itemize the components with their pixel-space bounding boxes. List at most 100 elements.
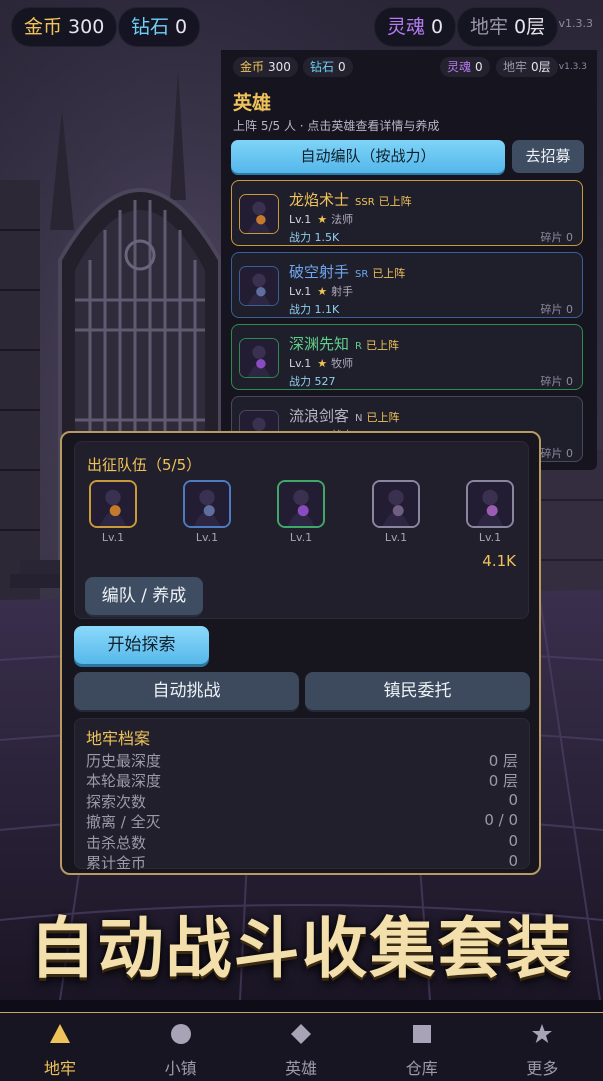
hero-portrait-art bbox=[185, 482, 229, 526]
hero-portrait bbox=[239, 266, 279, 306]
recruit-button[interactable]: 去招募 bbox=[512, 140, 584, 173]
top-status-bar: 金币 300 钻石 0 灵魂 0 地牢 0层 v1.3.3 bbox=[0, 0, 603, 52]
nav-label: 地牢 bbox=[43, 1059, 76, 1078]
record-value: 0 bbox=[508, 790, 518, 809]
dungeon-depth-counter: 地牢 0层 bbox=[457, 7, 559, 47]
party-slot[interactable]: Lv.1 bbox=[466, 480, 514, 544]
mini-soul-label: 灵魂 bbox=[447, 60, 472, 74]
mini-diamond-label: 钻石 bbox=[310, 60, 335, 74]
promo-banner-text: 自动战斗收集套装 bbox=[29, 909, 574, 987]
nav-item-circle[interactable]: 小镇 bbox=[121, 1013, 241, 1081]
hero-class: 法师 bbox=[331, 213, 354, 226]
hero-portrait-art bbox=[240, 267, 278, 305]
hero-card[interactable]: 龙焰术士 SSR 已上阵 Lv.1 ★ 法师 战力 1.5K 碎片 0 bbox=[231, 180, 583, 246]
record-value: 0 层 bbox=[488, 772, 518, 791]
hero-panel-subtitle: 上阵 5/5 人 · 点击英雄查看详情与养成 bbox=[233, 119, 440, 133]
hero-status-tag: 已上阵 bbox=[365, 339, 399, 352]
party-section: 出征队伍（5/5） Lv.1 Lv.1 Lv.1 Lv.1 Lv.1 4.1K 编队 /… bbox=[74, 441, 529, 619]
auto-formation-button[interactable]: 自动编队（按战力） bbox=[231, 140, 505, 173]
party-slot[interactable]: Lv.1 bbox=[183, 480, 231, 544]
party-slot[interactable]: Lv.1 bbox=[277, 480, 325, 544]
hero-name: 深渊先知 bbox=[289, 335, 350, 353]
hero-status-tag: 已上阵 bbox=[366, 411, 400, 424]
record-label: 击杀总数 bbox=[86, 833, 147, 852]
soul-value: 0 bbox=[431, 16, 444, 38]
hero-fragments: 碎片 0 bbox=[540, 303, 574, 316]
star-icon: ★ bbox=[317, 285, 328, 298]
dungeon-depth-value: 0层 bbox=[514, 16, 546, 38]
version-label: v1.3.3 bbox=[558, 17, 594, 30]
auto-challenge-button[interactable]: 自动挑战 bbox=[74, 672, 299, 710]
star-icon bbox=[531, 1023, 553, 1045]
nav-label: 英雄 bbox=[285, 1059, 318, 1078]
nav-label: 仓库 bbox=[405, 1059, 438, 1078]
hero-name-row: 破空射手 SR 已上阵 bbox=[289, 261, 405, 282]
hero-class: 射手 bbox=[331, 285, 354, 298]
party-member-portrait bbox=[466, 480, 514, 528]
hero-portrait bbox=[239, 194, 279, 234]
hero-panel: 金币 300 钻石 0 灵魂 0 地牢 0层 v1.3.3 英雄 上阵 5/5 人 · … bbox=[221, 50, 597, 470]
mini-dungeon-value: 0层 bbox=[531, 60, 551, 74]
hero-card[interactable]: 深渊先知 R 已上阵 Lv.1 ★ 牧师 战力 527 碎片 0 bbox=[231, 324, 583, 390]
hero-fragments: 碎片 0 bbox=[540, 375, 574, 388]
party-member-portrait bbox=[183, 480, 231, 528]
formation-button[interactable]: 编队 / 养成 bbox=[85, 577, 203, 615]
mini-dungeon-label: 地牢 bbox=[503, 60, 528, 74]
mini-version-label: v1.3.3 bbox=[558, 62, 587, 72]
record-label: 探索次数 bbox=[86, 792, 147, 811]
hero-power: 战力 1.5K bbox=[289, 231, 340, 244]
hero-rarity: R bbox=[355, 341, 362, 352]
diamond-label: 钻石 bbox=[131, 16, 170, 38]
hero-panel-title: 英雄 bbox=[233, 92, 272, 114]
nav-item-triangle[interactable]: 地牢 bbox=[0, 1013, 120, 1081]
party-slot[interactable]: Lv.1 bbox=[89, 480, 137, 544]
hero-level: Lv.1 bbox=[289, 357, 312, 370]
record-row: 历史最深度 0 层 bbox=[86, 750, 518, 770]
mini-gold-label: 金币 bbox=[240, 60, 265, 74]
hero-level: Lv.1 bbox=[289, 213, 312, 226]
star-icon: ★ bbox=[317, 357, 328, 370]
party-member-level: Lv.1 bbox=[384, 531, 408, 544]
gold-counter: 金币 300 bbox=[11, 7, 118, 47]
hero-card[interactable]: 破空射手 SR 已上阵 Lv.1 ★ 射手 战力 1.1K 碎片 0 bbox=[231, 252, 583, 318]
record-label: 累计金币 bbox=[86, 854, 147, 872]
start-explore-button[interactable]: 开始探索 bbox=[74, 626, 209, 664]
record-value: 0 层 bbox=[488, 752, 518, 770]
mini-soul-value: 0 bbox=[475, 60, 483, 74]
diamond-counter: 钻石 0 bbox=[118, 7, 201, 47]
party-member-portrait bbox=[372, 480, 420, 528]
hero-level-row: Lv.1 ★ 牧师 bbox=[289, 355, 353, 371]
hero-name: 龙焰术士 bbox=[289, 191, 350, 209]
nav-label: 小镇 bbox=[164, 1059, 197, 1078]
hero-portrait-art bbox=[240, 195, 278, 233]
party-power: 4.1K bbox=[482, 552, 516, 570]
hero-portrait-art bbox=[374, 482, 418, 526]
townsfolk-commission-button[interactable]: 镇民委托 bbox=[305, 672, 530, 710]
records-title: 地牢档案 bbox=[86, 729, 151, 748]
party-member-level: Lv.1 bbox=[101, 531, 125, 544]
record-label: 撤离 / 全灭 bbox=[86, 813, 161, 832]
hero-name-row: 流浪剑客 N 已上阵 bbox=[289, 405, 400, 426]
record-row: 累计金币 0 bbox=[86, 852, 518, 872]
party-slot[interactable]: Lv.1 bbox=[372, 480, 420, 544]
nav-item-star[interactable]: 更多 bbox=[482, 1013, 602, 1081]
hero-name-row: 龙焰术士 SSR 已上阵 bbox=[289, 189, 412, 210]
square-icon bbox=[411, 1023, 433, 1045]
hero-fragments: 碎片 0 bbox=[540, 231, 574, 244]
hero-name: 破空射手 bbox=[289, 263, 350, 281]
hero-portrait-art bbox=[279, 482, 323, 526]
nav-item-diamond[interactable]: 英雄 bbox=[241, 1013, 361, 1081]
soul-counter: 灵魂 0 bbox=[374, 7, 457, 47]
party-title: 出征队伍（5/5） bbox=[87, 456, 202, 474]
hero-panel-status-bar: 金币 300 钻石 0 灵魂 0 地牢 0层 v1.3.3 bbox=[221, 54, 597, 80]
hero-status-tag: 已上阵 bbox=[372, 267, 406, 280]
mini-diamond-counter: 钻石 0 bbox=[303, 57, 353, 77]
hero-class: 牧师 bbox=[331, 357, 354, 370]
nav-item-square[interactable]: 仓库 bbox=[362, 1013, 482, 1081]
hero-status-tag: 已上阵 bbox=[378, 195, 412, 208]
hero-level-row: Lv.1 ★ 射手 bbox=[289, 283, 353, 299]
hero-rarity: SR bbox=[355, 269, 369, 280]
hero-name: 流浪剑客 bbox=[289, 407, 350, 425]
record-value: 0 bbox=[508, 852, 518, 870]
record-row: 本轮最深度 0 层 bbox=[86, 770, 518, 790]
